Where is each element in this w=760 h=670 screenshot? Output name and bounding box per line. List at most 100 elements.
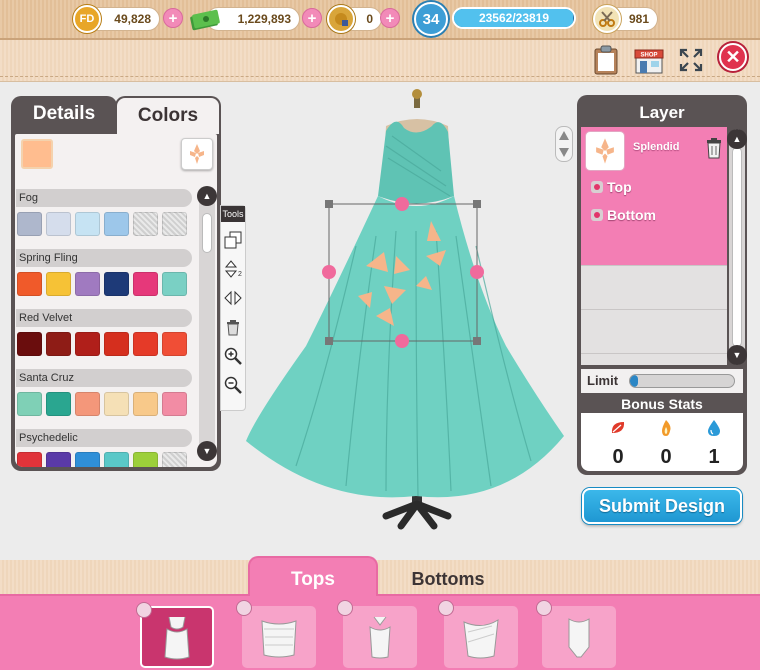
- layer-panel: Layer Splendid Top Bottom ▲ ▼ Limit Bonu…: [577, 95, 747, 475]
- eye-icon[interactable]: [591, 181, 603, 193]
- sublayer-top[interactable]: Top: [591, 179, 632, 195]
- item-camisole[interactable]: [136, 602, 214, 668]
- color-swatch[interactable]: [17, 452, 42, 467]
- layer-item-splendid[interactable]: Splendid Top Bottom: [581, 127, 727, 265]
- color-swatch[interactable]: [133, 332, 158, 356]
- layer-order-arrows[interactable]: [555, 126, 573, 162]
- color-swatch[interactable]: [162, 452, 187, 467]
- color-swatch[interactable]: [17, 272, 42, 296]
- submit-design-button[interactable]: Submit Design: [582, 488, 742, 524]
- color-swatch[interactable]: [17, 212, 42, 236]
- layer-scroll-down-button[interactable]: ▼: [727, 345, 747, 365]
- color-swatch[interactable]: [133, 392, 158, 416]
- cash-value: 1,229,893: [237, 12, 291, 26]
- sublayer-bottom-label: Bottom: [607, 207, 656, 223]
- color-swatch[interactable]: [46, 452, 71, 467]
- color-swatch[interactable]: [75, 392, 100, 416]
- add-cash-button[interactable]: +: [302, 8, 322, 28]
- scissors-counter: 981: [593, 5, 658, 33]
- color-swatch[interactable]: [17, 332, 42, 356]
- color-swatch[interactable]: [104, 332, 129, 356]
- tab-tops[interactable]: Tops: [248, 556, 378, 596]
- stat-water-value: 1: [708, 446, 720, 468]
- item-draped-bustier[interactable]: [438, 600, 518, 668]
- layer-scroll-up-button[interactable]: ▲: [727, 129, 747, 149]
- toolbar-strip: SHOP: [0, 40, 760, 82]
- tab-details[interactable]: Details: [11, 96, 117, 132]
- sublayer-top-label: Top: [607, 179, 632, 195]
- color-swatch[interactable]: [75, 332, 100, 356]
- color-swatch[interactable]: [104, 272, 129, 296]
- triangle-down-icon: ▼: [732, 350, 742, 360]
- color-swatch[interactable]: [104, 212, 129, 236]
- scissors-icon: [593, 5, 621, 33]
- color-swatch[interactable]: [46, 392, 71, 416]
- color-swatch[interactable]: [75, 452, 100, 467]
- add-facebook-credits-button[interactable]: +: [380, 8, 400, 28]
- layer-panel-title: Layer: [639, 103, 685, 122]
- color-swatch[interactable]: [162, 272, 187, 296]
- layer-scrollbar[interactable]: [729, 129, 745, 365]
- color-swatch[interactable]: [162, 212, 187, 236]
- floral-pattern-icon: [596, 138, 614, 164]
- details-colors-panel: Details Colors Fog Spring Fling Red Velvet…: [11, 96, 221, 471]
- layer-slot-empty[interactable]: [581, 353, 727, 365]
- palette-scroll-down-button[interactable]: ▼: [197, 441, 217, 461]
- layer-slot-empty[interactable]: [581, 265, 727, 309]
- palette-list: Fog Spring Fling Red Velvet Santa Cruz Psych…: [15, 189, 201, 467]
- layer-scroll-thumb[interactable]: [732, 147, 742, 347]
- red-leaf-icon: [611, 422, 625, 433]
- cash-counter: 1,229,893: [190, 7, 300, 31]
- color-swatch[interactable]: [75, 272, 100, 296]
- color-swatch[interactable]: [17, 392, 42, 416]
- sublayer-bottom[interactable]: Bottom: [591, 207, 656, 223]
- layer-slot-empty[interactable]: [581, 309, 727, 353]
- palette-swatches: [17, 272, 187, 296]
- palette-scroll-up-button[interactable]: ▲: [197, 186, 217, 206]
- color-swatch[interactable]: [133, 212, 158, 236]
- add-fd-coins-button[interactable]: +: [163, 8, 183, 28]
- design-canvas[interactable]: [236, 86, 576, 546]
- palette-group: Psychedelic: [15, 429, 201, 467]
- scissors-value: 981: [628, 12, 649, 26]
- palette-swatches: [17, 452, 187, 467]
- item-tag-icon: [337, 600, 353, 616]
- level-badge: 34: [414, 2, 448, 36]
- layer-list: Splendid Top Bottom: [581, 127, 727, 365]
- color-swatch[interactable]: [46, 212, 71, 236]
- item-strapless-tube-top[interactable]: [236, 600, 316, 668]
- delete-layer-button[interactable]: [705, 137, 723, 164]
- palette-scroll-thumb[interactable]: [202, 213, 212, 253]
- color-swatch[interactable]: [46, 272, 71, 296]
- close-button[interactable]: ✕: [719, 43, 747, 71]
- layer-name: Splendid: [633, 141, 680, 153]
- shop-button[interactable]: SHOP: [633, 44, 665, 76]
- limit-label: Limit: [587, 373, 619, 388]
- color-swatch[interactable]: [46, 332, 71, 356]
- pattern-preview[interactable]: [181, 138, 213, 170]
- bodysuit-icon: [568, 618, 590, 658]
- fullscreen-button[interactable]: [675, 44, 707, 76]
- item-halter-corset[interactable]: [337, 600, 417, 668]
- color-swatch[interactable]: [133, 272, 158, 296]
- color-swatch[interactable]: [104, 452, 129, 467]
- eye-icon[interactable]: [591, 209, 603, 221]
- triangle-up-icon: ▲: [732, 134, 742, 144]
- colors-panel-inner: Fog Spring Fling Red Velvet Santa Cruz Psych…: [15, 134, 217, 467]
- color-swatch[interactable]: [162, 332, 187, 356]
- color-swatch[interactable]: [104, 392, 129, 416]
- color-swatch[interactable]: [75, 212, 100, 236]
- flame-icon: [662, 420, 671, 436]
- color-swatch[interactable]: [162, 392, 187, 416]
- tab-bottoms[interactable]: Bottoms: [383, 562, 513, 594]
- palette-scrollbar[interactable]: [199, 189, 215, 459]
- stat-heat-value: 0: [660, 446, 672, 468]
- clipboard-button[interactable]: [590, 44, 622, 76]
- tab-colors[interactable]: Colors: [115, 96, 221, 134]
- limit-row: Limit: [581, 369, 743, 393]
- color-swatch[interactable]: [133, 452, 158, 467]
- fd-coin-icon: FD: [73, 5, 101, 33]
- tube-top-icon: [261, 620, 297, 658]
- selected-color-swatch[interactable]: [21, 139, 53, 169]
- item-bodysuit[interactable]: [536, 600, 616, 668]
